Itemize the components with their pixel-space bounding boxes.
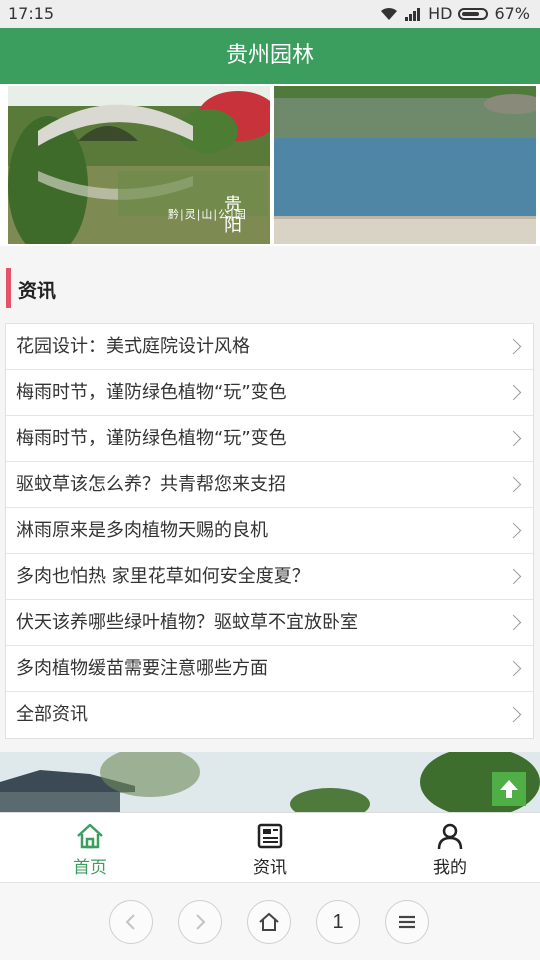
chevron-right-icon — [505, 476, 522, 493]
chevron-right-icon — [505, 660, 522, 677]
tab-mine-label: 我的 — [433, 858, 467, 878]
news-item[interactable]: 淋雨原来是多肉植物天赐的良机 — [6, 508, 533, 554]
news-icon — [257, 823, 283, 849]
banner-image-lake[interactable] — [274, 86, 536, 244]
tab-count: 1 — [332, 910, 344, 933]
banner-logo: 贵 阳 — [224, 195, 242, 236]
news-item[interactable]: 梅雨时节，谨防绿色植物“玩”变色 — [6, 416, 533, 462]
tab-home-label: 首页 — [73, 858, 107, 878]
news-item[interactable]: 多肉植物缓苗需要注意哪些方面 — [6, 646, 533, 692]
menu-icon — [399, 915, 415, 929]
browser-nav-bar: 1 — [0, 882, 540, 960]
back-to-top-button[interactable] — [492, 772, 526, 806]
home-icon — [77, 823, 103, 849]
status-bar: 17:15 HD 67% — [0, 0, 540, 28]
status-indicators: HD 67% — [380, 4, 530, 23]
banner-carousel[interactable]: 黔|灵|山|公|园 贵 阳 — [0, 84, 540, 246]
news-item[interactable]: 驱蚊草该怎么养？共青帮您来支招 — [6, 462, 533, 508]
news-item-title: 梅雨时节，谨防绿色植物“玩”变色 — [16, 382, 287, 403]
chevron-right-icon — [505, 614, 522, 631]
news-item-title: 多肉也怕热 家里花草如何安全度夏？ — [16, 566, 310, 587]
news-item-title: 梅雨时节，谨防绿色植物“玩”变色 — [16, 428, 287, 449]
all-news-link[interactable]: 全部资讯 — [6, 692, 533, 738]
tab-news-label: 资讯 — [253, 858, 287, 878]
bottom-tab-bar: 首页 资讯 我的 — [0, 812, 540, 882]
news-item[interactable]: 梅雨时节，谨防绿色植物“玩”变色 — [6, 370, 533, 416]
news-item[interactable]: 多肉也怕热 家里花草如何安全度夏？ — [6, 554, 533, 600]
status-time: 17:15 — [8, 4, 55, 23]
chevron-right-icon — [196, 914, 206, 930]
signal-icon — [405, 7, 421, 21]
banner-image-bridge[interactable]: 黔|灵|山|公|园 贵 阳 — [8, 86, 270, 244]
news-item-title: 伏天该养哪些绿叶植物？驱蚊草不宜放卧室 — [16, 612, 358, 633]
tab-mine[interactable]: 我的 — [360, 813, 540, 883]
tab-home[interactable]: 首页 — [0, 813, 180, 883]
back-button[interactable] — [109, 900, 153, 944]
garden-promo-image[interactable] — [0, 752, 540, 814]
page-title: 贵州园林 — [225, 43, 314, 68]
news-item[interactable]: 花园设计：美式庭院设计风格 — [6, 324, 533, 370]
wifi-icon — [381, 7, 398, 20]
chevron-right-icon — [505, 384, 522, 401]
news-section-header: 资讯 — [0, 264, 540, 312]
forward-button[interactable] — [178, 900, 222, 944]
menu-button[interactable] — [385, 900, 429, 944]
battery-level: 67% — [494, 4, 530, 23]
chevron-right-icon — [505, 430, 522, 447]
chevron-right-icon — [505, 522, 522, 539]
user-icon — [437, 823, 463, 850]
tab-news[interactable]: 资讯 — [180, 813, 360, 883]
chevron-right-icon — [505, 338, 522, 355]
news-list: 花园设计：美式庭院设计风格 梅雨时节，谨防绿色植物“玩”变色 梅雨时节，谨防绿色… — [5, 323, 534, 739]
browser-home-button[interactable] — [247, 900, 291, 944]
news-item[interactable]: 伏天该养哪些绿叶植物？驱蚊草不宜放卧室 — [6, 600, 533, 646]
battery-icon — [458, 7, 489, 20]
network-type: HD — [428, 4, 453, 23]
app-header: 贵州园林 — [0, 28, 540, 84]
chevron-right-icon — [505, 568, 522, 585]
chevron-left-icon — [125, 914, 135, 930]
home-outline-icon — [259, 912, 279, 931]
arrow-up-icon — [500, 780, 518, 798]
news-item-title: 多肉植物缓苗需要注意哪些方面 — [16, 658, 268, 679]
section-title: 资讯 — [18, 280, 57, 302]
all-news-label: 全部资讯 — [16, 704, 88, 725]
news-item-title: 花园设计：美式庭院设计风格 — [16, 336, 250, 357]
tabs-button[interactable]: 1 — [316, 900, 360, 944]
chevron-right-icon — [505, 706, 522, 723]
news-item-title: 驱蚊草该怎么养？共青帮您来支招 — [16, 474, 286, 495]
news-item-title: 淋雨原来是多肉植物天赐的良机 — [16, 520, 268, 541]
section-accent-bar — [6, 268, 11, 308]
